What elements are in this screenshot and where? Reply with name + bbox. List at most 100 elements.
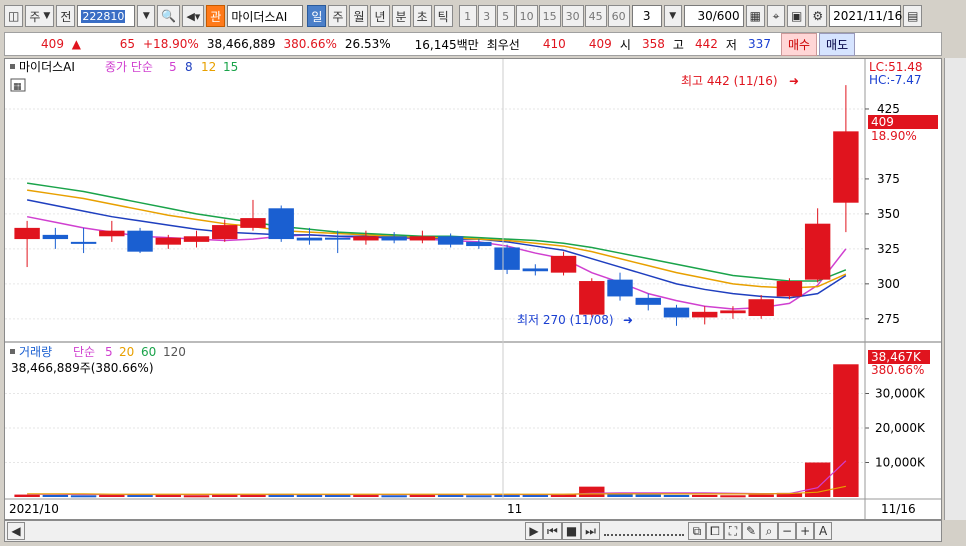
watchlist-button[interactable]: 관 bbox=[206, 5, 226, 27]
zoom-icon[interactable]: ⌕ bbox=[760, 522, 779, 540]
candle-body bbox=[240, 218, 266, 228]
price-tag: 409 bbox=[871, 115, 894, 129]
window-icon[interactable]: ⧠ bbox=[705, 522, 724, 540]
candle-body bbox=[833, 131, 859, 203]
stop-icon[interactable]: ■ bbox=[561, 522, 582, 540]
gear-icon[interactable]: ⚙ bbox=[808, 5, 828, 27]
candle-body bbox=[296, 237, 323, 241]
period-tab[interactable]: 주 bbox=[328, 5, 348, 27]
draw-icon[interactable]: ✎ bbox=[741, 522, 761, 540]
volume-bar bbox=[42, 494, 69, 497]
scroll-right-icon[interactable]: ▶ bbox=[525, 522, 543, 540]
vol-legend-value: 38,466,889주(380.66%) bbox=[11, 361, 154, 375]
period-tab[interactable]: 분 bbox=[391, 5, 411, 27]
open-price: 358 bbox=[641, 37, 665, 51]
interval-tab[interactable]: 30 bbox=[561, 5, 584, 27]
first-page-icon[interactable]: ⏮ bbox=[543, 522, 562, 540]
legend-ma-8[interactable]: 8 bbox=[185, 60, 193, 74]
vol-legend-bullet bbox=[10, 349, 15, 354]
legend-ma-5[interactable]: 5 bbox=[169, 60, 177, 74]
range-input[interactable]: 30/600 bbox=[683, 5, 744, 27]
period-tab[interactable]: 초 bbox=[412, 5, 432, 27]
current-price: 409 ▲ bbox=[41, 37, 81, 51]
candle-body bbox=[776, 281, 803, 297]
candle-body bbox=[99, 230, 125, 237]
candle-body bbox=[579, 281, 605, 315]
speaker-icon[interactable]: ◀▾ bbox=[182, 5, 205, 27]
plus-icon[interactable]: + bbox=[796, 522, 815, 540]
interval-tab[interactable]: 10 bbox=[515, 5, 538, 27]
search-icon[interactable]: 🔍 bbox=[157, 5, 181, 27]
zoom-slider[interactable] bbox=[603, 526, 684, 536]
legend-ma-label[interactable]: 종가 단순 bbox=[105, 60, 153, 74]
volume-bar bbox=[466, 495, 492, 498]
interval-tab[interactable]: 45 bbox=[584, 5, 607, 27]
price-percent-tag: 18.90% bbox=[871, 129, 917, 143]
vol-legend-ma-120[interactable]: 120 bbox=[163, 345, 186, 359]
table-icon-glyph: ▦ bbox=[13, 82, 22, 92]
count-input[interactable]: 3 bbox=[631, 5, 662, 27]
volume-tick-label: 20,000K bbox=[875, 421, 926, 435]
period-tab[interactable]: 월 bbox=[349, 5, 369, 27]
count-dropdown-icon[interactable]: ▼ bbox=[663, 5, 682, 27]
chart-icon[interactable]: ⛶ bbox=[723, 522, 742, 540]
turnover-value: 26.53% bbox=[344, 37, 391, 51]
candle-body bbox=[353, 236, 379, 241]
range-value: 30/600 bbox=[697, 9, 740, 23]
price-tick-label: 275 bbox=[877, 312, 900, 326]
chart-window-icon[interactable]: ◫ bbox=[4, 5, 24, 27]
high-label: 고 bbox=[672, 37, 684, 52]
date-value: 2021/11/16 bbox=[833, 9, 903, 23]
candle-body bbox=[748, 299, 774, 317]
vol-legend-ma-label[interactable]: 단순 bbox=[73, 345, 95, 359]
volume-tick-label: 10,000K bbox=[875, 456, 926, 470]
date-input[interactable]: 2021/11/16 bbox=[829, 5, 903, 27]
legend-stock-name[interactable]: 마이더스AI bbox=[19, 60, 75, 74]
save-icon[interactable]: ▣ bbox=[787, 5, 807, 27]
font-icon[interactable]: A bbox=[814, 522, 833, 540]
vol-legend-label[interactable]: 거래량 bbox=[19, 345, 52, 359]
copy-icon[interactable]: ⧉ bbox=[687, 522, 706, 540]
stock-name-field[interactable]: 마이더스AI bbox=[227, 5, 304, 27]
calendar-icon[interactable]: ▤ bbox=[903, 5, 923, 27]
high-arrow-icon: ➜ bbox=[789, 74, 799, 88]
buy-button[interactable]: 매수 bbox=[780, 32, 818, 56]
vol-legend-ma-5[interactable]: 5 bbox=[105, 345, 113, 359]
type-selector[interactable]: 주 ▼ bbox=[25, 5, 55, 27]
volume-bar bbox=[353, 494, 379, 497]
period-tab[interactable]: 일 bbox=[307, 5, 327, 27]
price-tick-label: 300 bbox=[877, 277, 900, 291]
bottom-scrollbar[interactable]: ◀ ▶ ⏮ ■ ⏭ ⧉ ⧠ ⛶ ✎ ⌕ − + A bbox=[4, 520, 942, 542]
prev-button[interactable]: 전 bbox=[56, 5, 76, 27]
interval-tab[interactable]: 3 bbox=[477, 5, 496, 27]
interval-tab[interactable]: 15 bbox=[538, 5, 561, 27]
interval-tab[interactable]: 60 bbox=[607, 5, 630, 27]
crosshair-icon[interactable]: ⌖ bbox=[767, 5, 786, 27]
volume-bar bbox=[155, 494, 181, 497]
interval-tab[interactable]: 1 bbox=[458, 5, 477, 27]
vol-legend-ma-20[interactable]: 20 bbox=[119, 345, 134, 359]
vol-legend-ma-60[interactable]: 60 bbox=[141, 345, 156, 359]
legend-ma-12[interactable]: 12 bbox=[201, 60, 216, 74]
candle-body bbox=[183, 236, 210, 242]
scroll-left-icon[interactable]: ◀ bbox=[7, 522, 25, 540]
minus-icon[interactable]: − bbox=[778, 522, 797, 540]
legend-bullet bbox=[10, 64, 15, 69]
low-price: 337 bbox=[748, 37, 771, 51]
right-panel-strip[interactable] bbox=[944, 58, 966, 520]
open-label: 시 bbox=[619, 37, 631, 52]
vol-tag: 38,467K bbox=[871, 350, 922, 364]
settings-grid-icon[interactable]: ▦ bbox=[745, 5, 766, 27]
next-page-icon[interactable]: ⏭ bbox=[581, 522, 600, 540]
sell-button[interactable]: 매도 bbox=[819, 32, 856, 56]
candle-body bbox=[324, 237, 351, 240]
period-tab[interactable]: 년 bbox=[370, 5, 390, 27]
stock-code-input[interactable]: 222810 bbox=[77, 5, 136, 27]
price-tick-label: 350 bbox=[877, 207, 900, 221]
interval-tab[interactable]: 5 bbox=[496, 5, 515, 27]
volume-bar bbox=[14, 494, 40, 497]
period-tab[interactable]: 틱 bbox=[433, 5, 453, 27]
code-dropdown-icon[interactable]: ▼ bbox=[137, 5, 156, 27]
ask-price: 410 bbox=[542, 37, 566, 51]
legend-ma-15[interactable]: 15 bbox=[223, 60, 238, 74]
